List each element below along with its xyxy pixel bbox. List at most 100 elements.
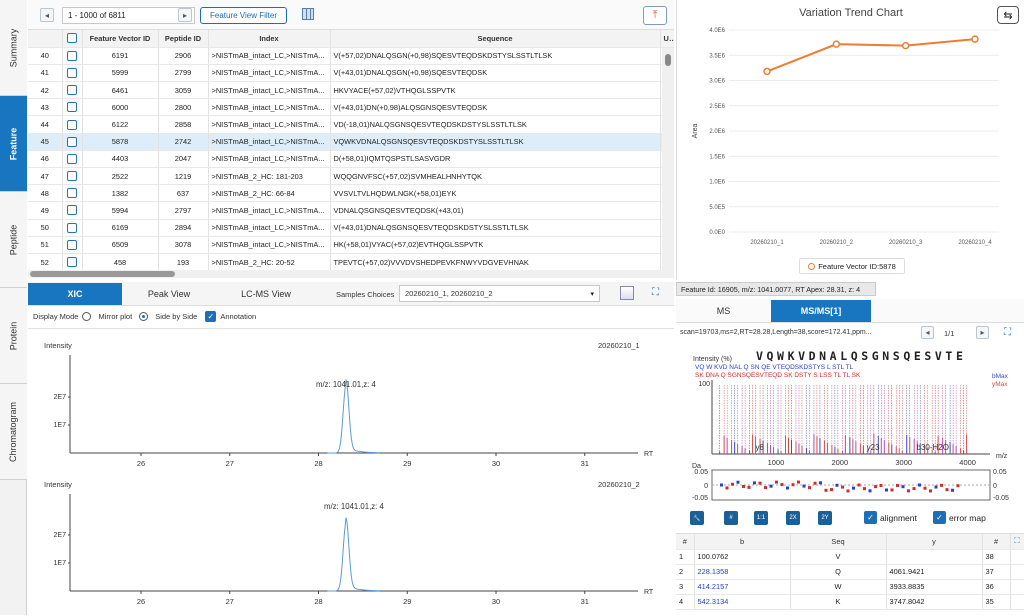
annotation-checkbox[interactable]: ✓ [205,311,217,322]
column-settings-icon[interactable] [302,8,314,20]
feature-view-filter-button[interactable]: Feature View Filter [200,7,287,24]
row-checkbox[interactable] [67,136,77,147]
column-sequence[interactable]: Sequence [330,30,661,48]
row-checkbox[interactable] [67,171,77,182]
hscroll-thumb[interactable] [30,271,175,277]
data-point[interactable] [971,35,979,43]
mirror-plot-radio[interactable] [82,312,92,321]
row-select-cell[interactable] [62,115,83,134]
data-point[interactable] [832,40,841,48]
table-vscrollbar[interactable] [662,48,674,270]
ion-table-expand-icon[interactable]: ⛶ [1010,534,1024,550]
column-feature-vector-id[interactable]: Feature Vector ID [82,30,159,48]
column-extra[interactable]: Ur [660,30,674,48]
ion-col-y[interactable]: y [886,534,983,550]
tab-chromatogram[interactable]: Chromatogram [0,384,27,480]
ion-table-row[interactable]: 2 228.1358 Q 4061.9421 37 [676,564,1024,580]
row-checkbox[interactable] [67,188,77,199]
row-select-cell[interactable] [62,150,83,169]
x-tick-label: 26 [137,459,145,468]
tab-ms[interactable]: MS [676,300,771,322]
row-checkbox[interactable] [67,102,77,113]
table-hscrollbar[interactable] [28,270,674,278]
zoom-2y-button[interactable]: 2Y [818,511,832,525]
column-index[interactable]: Index [208,30,331,48]
row-select-cell[interactable] [62,47,83,65]
zoom-2x-button[interactable]: 2X [786,511,800,525]
select-all-header[interactable] [62,30,83,48]
ratio-1-1-button[interactable]: 1:1 [754,511,768,525]
row-select-cell[interactable] [62,64,83,83]
row-checkbox[interactable] [67,257,77,268]
side-by-side-radio[interactable] [139,312,149,321]
ion-col-seq[interactable]: Seq [790,534,887,550]
error-map-checkbox[interactable]: ✓ [933,511,946,524]
row-checkbox[interactable] [67,153,77,164]
row-checkbox[interactable] [67,239,77,250]
prev-page-button[interactable]: ◂ [40,8,54,22]
table-row[interactable]: 44 6122 2858 >NISTmAB_intact_LC,>NISTmA... V… [28,115,674,134]
tab-feature[interactable]: Feature [0,96,27,192]
row-checkbox[interactable] [67,85,77,96]
ion-table-container: # b Seq y # ⛶ 1 100.0762 V 38 2 228.1358 Q 4061… [676,533,1024,615]
alignment-toggle[interactable]: ✓ alignment [864,511,917,524]
tab-summary[interactable]: Summary [0,0,27,96]
alignment-checkbox[interactable]: ✓ [864,511,877,524]
row-checkbox[interactable] [67,119,77,130]
table-row[interactable]: 46 4403 2047 >NISTmAB_intact_LC,>NISTmA... D… [28,150,674,169]
tab-xic[interactable]: XIC [28,283,122,305]
row-select-cell[interactable] [62,81,83,100]
table-row[interactable]: 40 6191 2906 >NISTmAB_intact_LC,>NISTmA... V… [28,47,674,65]
table-row[interactable]: 48 1382 637 >NISTmAB_2_HC: 66-84 VVSVLTVLHQD… [28,184,674,203]
ion-table-row[interactable]: 3 414.2157 W 3933.8835 36 [676,579,1024,595]
row-select-cell[interactable] [62,98,83,117]
tab-peptide[interactable]: Peptide [0,192,27,288]
row-checkbox[interactable] [67,50,77,61]
expand-icon[interactable]: ⛶ [652,287,663,298]
table-row[interactable]: 42 6461 3059 >NISTmAB_intact_LC,>NISTmA... H… [28,81,674,100]
export-icon[interactable]: ⤒ [643,6,667,25]
table-row[interactable]: 52 458 193 >NISTmAB_2_HC: 20-52 TPEVTC(+57,0… [28,253,674,270]
data-point[interactable] [901,41,910,50]
row-select-cell[interactable] [62,236,83,254]
expand-spectrum-icon[interactable]: ⛶ [1004,327,1011,338]
wrench-icon[interactable]: 🔧 [690,511,704,525]
error-map-toggle[interactable]: ✓ error map [933,511,986,524]
row-checkbox[interactable] [67,67,77,78]
index-cell: >NISTmAB_intact_LC,>NISTmA... [208,115,331,134]
row-select-cell[interactable] [62,219,83,237]
table-row[interactable]: 49 5994 2797 >NISTmAB_intact_LC,>NISTmA... V… [28,201,674,220]
table-row[interactable]: 50 6169 2894 >NISTmAB_intact_LC,>NISTmA... V… [28,219,674,237]
table-row[interactable]: 43 6000 2800 >NISTmAB_intact_LC,>NISTmA... V… [28,98,674,117]
error-point [764,486,767,490]
row-select-cell[interactable] [62,167,83,186]
tab-peak-view[interactable]: Peak View [122,283,216,305]
ion-table-row[interactable]: 1 100.0762 V 38 [676,549,1024,565]
ion-col-b[interactable]: b [694,534,791,550]
samples-select[interactable]: 20260210_1, 20260210_2 ▾ [399,285,600,302]
chart-settings-icon[interactable] [620,286,634,300]
row-select-cell[interactable] [62,184,83,203]
scroll-thumb[interactable] [665,54,671,66]
row-checkbox[interactable] [67,205,77,216]
ion-table-row[interactable]: 4 542.3134 K 3747.8042 35 [676,594,1024,610]
table-row[interactable]: 41 5999 2799 >NISTmAB_intact_LC,>NISTmA... V… [28,64,674,83]
hash-button[interactable]: # [724,511,738,525]
page-range-select[interactable]: 1 - 1000 of 6811 ▾ [62,7,195,24]
data-point[interactable] [763,67,771,76]
next-scan-button[interactable]: ▸ [976,326,989,339]
row-select-cell[interactable] [62,133,83,151]
table-row[interactable]: 47 2522 1219 >NISTmAB_2_HC: 181-203 WQQGNVFS… [28,167,674,186]
tab-protein[interactable]: Protein [0,288,27,384]
next-page-button[interactable]: ▸ [178,8,192,22]
select-all-checkbox[interactable] [67,33,77,44]
tab-lc-ms-view[interactable]: LC-MS View [216,283,316,305]
table-row[interactable]: 51 6509 3078 >NISTmAB_intact_LC,>NISTmA... H… [28,236,674,254]
table-row[interactable]: 45 5878 2742 >NISTmAB_intact_LC,>NISTmA... V… [28,133,674,151]
column-peptide-id[interactable]: Peptide ID [158,30,209,48]
prev-scan-button[interactable]: ◂ [921,326,934,339]
row-checkbox[interactable] [67,222,77,233]
tab-msms[interactable]: MS/MS[1] [771,300,871,322]
row-select-cell[interactable] [62,201,83,220]
row-select-cell[interactable] [62,253,83,270]
